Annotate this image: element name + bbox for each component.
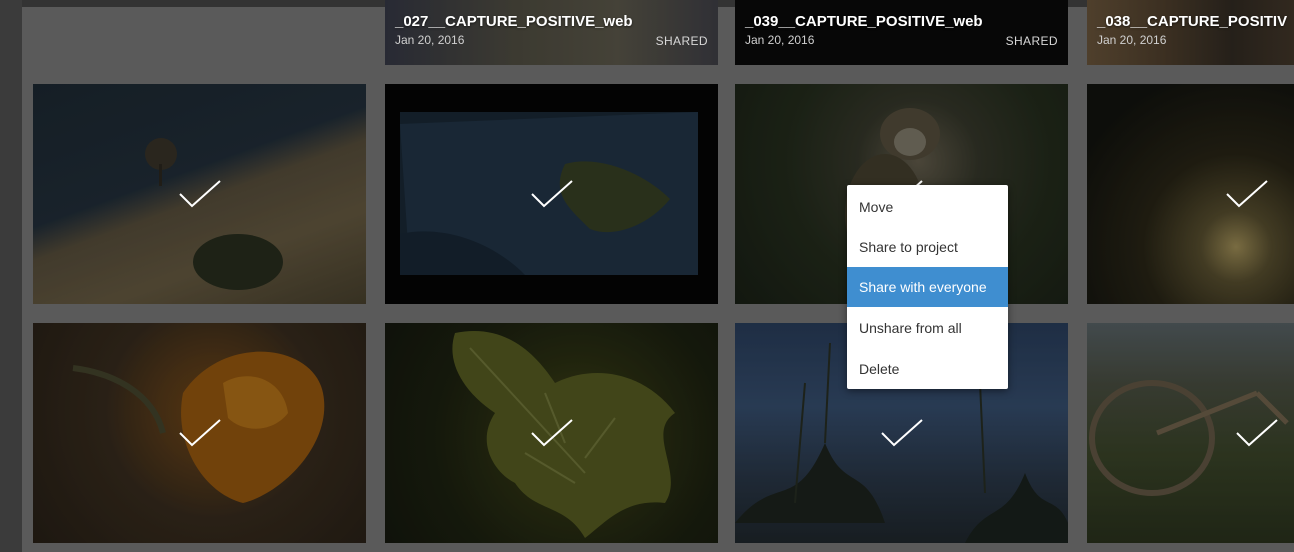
checkmark-icon [178,418,222,448]
checkmark-icon [880,418,924,448]
shared-badge: SHARED [1005,34,1058,48]
photo-tile-leaf[interactable] [385,323,718,543]
left-sidebar-edge [0,0,22,552]
checkmark-icon [178,179,222,209]
checkmark-icon [530,179,574,209]
menu-item-move[interactable]: Move [847,187,1008,227]
photo-date: Jan 20, 2016 [395,33,465,47]
shared-badge: SHARED [655,34,708,48]
photo-tile-capture-027[interactable]: _027__CAPTURE_POSITIVE_web Jan 20, 2016 … [385,0,718,65]
photo-tile-sunset[interactable] [1087,84,1294,304]
photo-tile-capture-038[interactable]: _038__CAPTURE_POSITIV Jan 20, 2016 [1087,0,1294,65]
menu-item-share-with-everyone[interactable]: Share with everyone [847,267,1008,307]
photo-tile-bicycle[interactable] [1087,323,1294,543]
photo-title: _038__CAPTURE_POSITIV [1097,13,1288,30]
checkmark-icon [530,418,574,448]
photo-tile-hillside-tree[interactable] [33,84,366,304]
photo-date: Jan 20, 2016 [745,33,815,47]
context-menu: Move Share to project Share with everyon… [847,185,1008,389]
menu-item-delete[interactable]: Delete [847,349,1008,389]
photo-tile-capture-039[interactable]: _039__CAPTURE_POSITIVE_web Jan 20, 2016 … [735,0,1068,65]
checkmark-icon [1235,418,1279,448]
photo-date: Jan 20, 2016 [1097,33,1167,47]
photo-tile-poppy[interactable] [33,323,366,543]
photo-title: _039__CAPTURE_POSITIVE_web [745,13,983,30]
menu-item-share-to-project[interactable]: Share to project [847,227,1008,267]
menu-item-unshare-from-all[interactable]: Unshare from all [847,308,1008,348]
photo-tile-earth[interactable] [385,84,718,304]
photo-title: _027__CAPTURE_POSITIVE_web [395,13,633,30]
checkmark-icon [1225,179,1269,209]
